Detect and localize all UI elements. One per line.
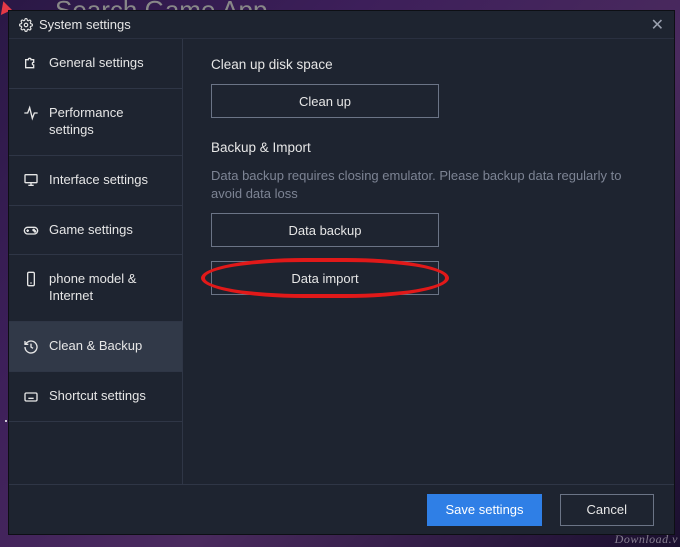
phone-icon	[23, 271, 39, 287]
sidebar-item-label: phone model & Internet	[49, 271, 168, 305]
watermark-text: Download.v	[615, 532, 678, 547]
sidebar-item-interface[interactable]: Interface settings	[9, 156, 182, 206]
cancel-button[interactable]: Cancel	[560, 494, 654, 526]
highlight-ring-container: Data import	[211, 261, 439, 295]
data-import-button[interactable]: Data import	[211, 261, 439, 295]
gear-icon	[19, 18, 33, 32]
sidebar-item-general[interactable]: General settings	[9, 39, 182, 89]
monitor-icon	[23, 172, 39, 188]
cleanup-button[interactable]: Clean up	[211, 84, 439, 118]
sidebar-item-label: Shortcut settings	[49, 388, 146, 405]
save-settings-button[interactable]: Save settings	[427, 494, 541, 526]
history-icon	[23, 339, 39, 355]
sidebar-item-performance[interactable]: Performance settings	[9, 89, 182, 156]
sidebar-item-label: Clean & Backup	[49, 338, 142, 355]
activity-icon	[23, 105, 39, 121]
sidebar-item-clean-backup[interactable]: Clean & Backup	[9, 322, 182, 372]
close-button[interactable]: ✕	[651, 15, 664, 35]
data-backup-button[interactable]: Data backup	[211, 213, 439, 247]
sidebar-item-label: Interface settings	[49, 172, 148, 189]
modal-footer: Save settings Cancel	[9, 484, 674, 534]
titlebar: System settings ✕	[9, 11, 674, 39]
sidebar-item-phone-model[interactable]: phone model & Internet	[9, 255, 182, 322]
sidebar-item-label: Performance settings	[49, 105, 168, 139]
bg-star	[5, 420, 7, 422]
backup-hint-text: Data backup requires closing emulator. P…	[211, 167, 631, 203]
sidebar-item-label: Game settings	[49, 222, 133, 239]
modal-body: General settings Performance settings	[9, 39, 674, 484]
sidebar-item-label: General settings	[49, 55, 144, 72]
puzzle-icon	[23, 55, 39, 71]
system-settings-modal: System settings ✕ General settings	[8, 10, 675, 535]
sidebar: General settings Performance settings	[9, 39, 183, 484]
keyboard-icon	[23, 389, 39, 405]
sidebar-item-game[interactable]: Game settings	[9, 206, 182, 256]
content-panel: Clean up disk space Clean up Backup & Im…	[183, 39, 674, 484]
gamepad-icon	[23, 222, 39, 238]
modal-title: System settings	[39, 17, 131, 32]
sidebar-item-shortcut[interactable]: Shortcut settings	[9, 372, 182, 422]
backup-section-title: Backup & Import	[211, 140, 646, 155]
cleanup-section-title: Clean up disk space	[211, 57, 646, 72]
